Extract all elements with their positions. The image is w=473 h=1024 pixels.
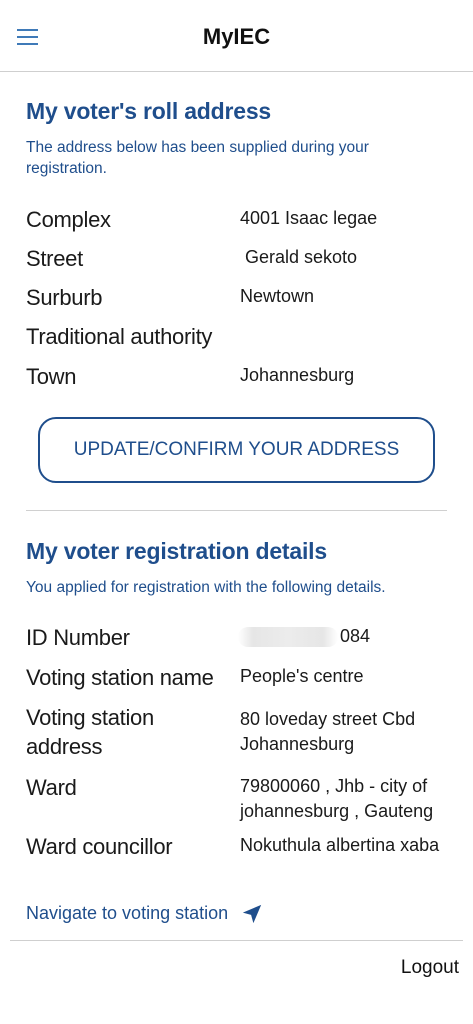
logout-button[interactable]: Logout	[401, 957, 459, 979]
navigate-to-voting-station-link[interactable]: Navigate to voting station	[26, 903, 263, 925]
town-label: Town	[26, 364, 77, 389]
app-title: MyIEC	[202, 24, 271, 49]
navigate-link-label: Navigate to voting station	[26, 903, 229, 923]
ward-councillor-label: Ward councillor	[26, 834, 173, 859]
roll-address-title: My voter's roll address	[26, 98, 272, 124]
voting-station-address-value: 80 loveday street Cbd Johannesburg	[240, 709, 416, 754]
app-screen: MyIEC My voter's roll address The addres…	[0, 0, 473, 1024]
id-number-value: 084	[238, 624, 458, 649]
ward-councillor-value: Nokuthula albertina xaba	[240, 835, 440, 855]
voting-station-address-label: Voting station address	[26, 705, 154, 759]
registration-details-description: You applied for registration with the fo…	[26, 579, 386, 596]
app-header: MyIEC	[0, 0, 473, 72]
suburb-value: Newtown	[240, 286, 315, 306]
traditional-authority-label: Traditional authority	[26, 324, 213, 349]
suburb-label: Surburb	[26, 285, 103, 310]
complex-value: 4001 Isaac legae	[240, 208, 378, 228]
street-label: Street	[26, 246, 83, 271]
roll-address-description: The address below has been supplied duri…	[26, 139, 369, 177]
street-value: Gerald sekoto	[240, 247, 358, 267]
voting-station-name-label: Voting station name	[26, 665, 214, 690]
section-divider	[26, 510, 447, 511]
ward-label: Ward	[26, 775, 77, 800]
navigation-arrow-icon	[242, 905, 262, 924]
ward-value: 79800060 , Jhb - city of johannesburg , …	[240, 776, 434, 821]
footer-divider	[10, 940, 463, 941]
registration-details-title: My voter registration details	[26, 538, 327, 564]
town-value: Johannesburg	[240, 365, 355, 385]
update-confirm-address-button[interactable]: UPDATE/CONFIRM YOUR ADDRESS	[38, 417, 435, 483]
id-number-suffix: 084	[340, 626, 371, 646]
complex-label: Complex	[26, 207, 111, 232]
voting-station-name-value: People's centre	[240, 666, 364, 686]
id-number-label: ID Number	[26, 625, 130, 650]
redacted-id-blur	[238, 627, 338, 648]
